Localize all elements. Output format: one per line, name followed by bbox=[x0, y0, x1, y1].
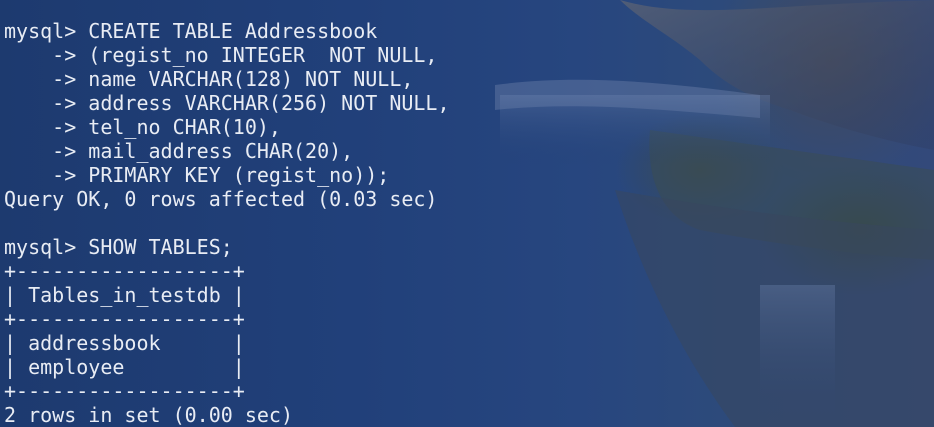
terminal-line: -> name VARCHAR(128) NOT NULL, bbox=[4, 67, 414, 91]
terminal-output: mysql> CREATE TABLE Addressbook -> (regi… bbox=[4, 19, 450, 427]
terminal-line: 2 rows in set (0.00 sec) bbox=[4, 403, 293, 427]
terminal-line: mysql> SHOW TABLES; bbox=[4, 235, 233, 259]
terminal-line: | employee | bbox=[4, 355, 245, 379]
terminal-line: Query OK, 0 rows affected (0.03 sec) bbox=[4, 187, 438, 211]
terminal-line: -> mail_address CHAR(20), bbox=[4, 139, 354, 163]
terminal-line: +------------------+ bbox=[4, 259, 245, 283]
terminal-line: -> PRIMARY KEY (regist_no)); bbox=[4, 163, 390, 187]
terminal-line: mysql> CREATE TABLE Addressbook bbox=[4, 19, 378, 43]
terminal-line: | addressbook | bbox=[4, 331, 245, 355]
terminal-line: +------------------+ bbox=[4, 307, 245, 331]
terminal-line: | Tables_in_testdb | bbox=[4, 283, 245, 307]
terminal-line: -> tel_no CHAR(10), bbox=[4, 115, 281, 139]
terminal-line: -> address VARCHAR(256) NOT NULL, bbox=[4, 91, 450, 115]
terminal-line: +------------------+ bbox=[4, 379, 245, 403]
terminal-window[interactable]: mysql> CREATE TABLE Addressbook -> (regi… bbox=[0, 0, 934, 427]
terminal-line: -> (regist_no INTEGER NOT NULL, bbox=[4, 43, 438, 67]
